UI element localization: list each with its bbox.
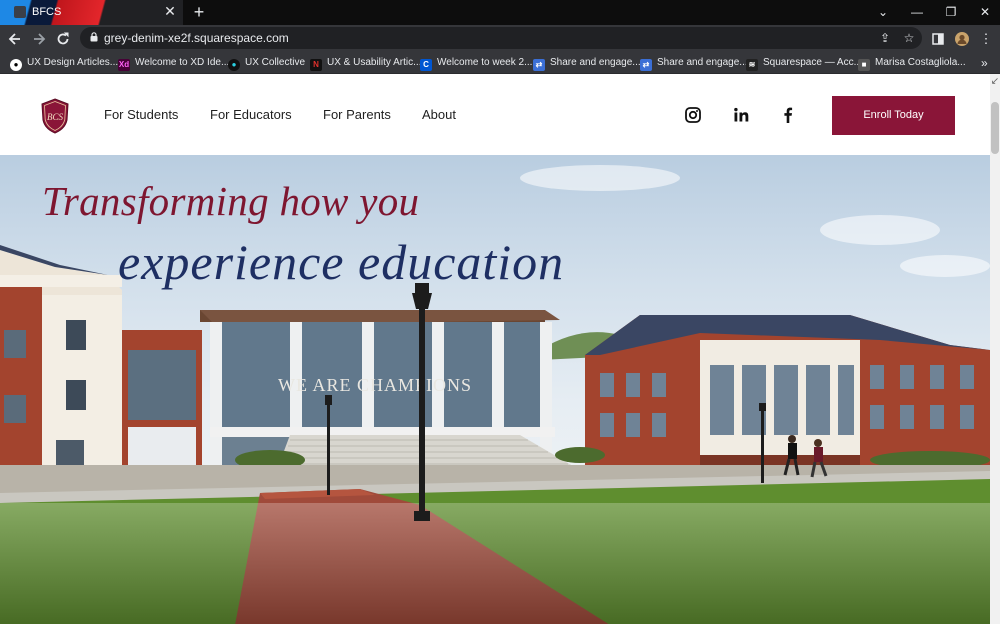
share-icon: ⇄ xyxy=(640,59,652,71)
tab-search-button[interactable]: ⌄ xyxy=(866,0,900,25)
scroll-up-icon[interactable]: ↙ xyxy=(990,76,1000,88)
linkedin-icon[interactable] xyxy=(732,106,750,124)
bookmark-item[interactable]: N UX & Usability Artic... xyxy=(310,55,421,71)
bookmarks-bar: ● UX Design Articles... Xd Welcome to XD I… xyxy=(0,52,1000,74)
campus-lawn xyxy=(0,465,990,624)
nav-for-students[interactable]: For Students xyxy=(104,107,178,122)
bookmark-item[interactable]: Xd Welcome to XD Ide... xyxy=(118,55,229,71)
bookmarks-more-button[interactable]: » xyxy=(981,55,988,71)
web-page: BCS For Students For Educators For Paren… xyxy=(0,74,1000,624)
site-favicon-icon xyxy=(14,6,26,18)
nn-icon: N xyxy=(310,59,322,71)
forward-arrow-icon xyxy=(34,33,46,45)
browser-toolbar: grey-denim-xe2f.squarespace.com ⇪ ☆ ⋮ xyxy=(0,25,1000,52)
reload-icon xyxy=(57,32,69,45)
enroll-today-button[interactable]: Enroll Today xyxy=(832,96,955,135)
students-walking xyxy=(783,435,828,478)
bookmark-item[interactable]: ● UX Design Articles... xyxy=(10,55,118,71)
coursera-icon: C xyxy=(420,59,432,71)
xd-icon: Xd xyxy=(118,59,130,71)
medium-icon: ● xyxy=(10,59,22,71)
tab-title: BFCS xyxy=(32,6,62,18)
bookmark-item[interactable]: ● UX Collective xyxy=(228,55,305,71)
browser-tab[interactable]: BFCS ✕ xyxy=(0,0,183,25)
bookmark-item[interactable]: ⇄ Share and engage... xyxy=(533,55,641,71)
lock-icon xyxy=(90,32,98,42)
minimize-button[interactable]: — xyxy=(900,0,934,25)
lamp-post xyxy=(759,403,766,483)
share-icon[interactable]: ⇪ xyxy=(876,29,894,47)
hero-headline-line2: experience education xyxy=(118,234,565,290)
nav-for-parents[interactable]: For Parents xyxy=(323,107,391,122)
bookmark-item[interactable]: ≋ Squarespace — Acc... xyxy=(746,55,862,71)
ux-collective-icon: ● xyxy=(228,59,240,71)
restore-button[interactable]: ❐ xyxy=(934,0,968,25)
lamp-post xyxy=(325,395,332,495)
bookmark-star-icon[interactable]: ☆ xyxy=(900,29,918,47)
tab-close-icon[interactable]: ✕ xyxy=(163,4,177,18)
svg-text:WE ARE CHAMPIONS: WE ARE CHAMPIONS xyxy=(278,375,472,395)
reload-button[interactable] xyxy=(52,28,74,50)
site-header: BCS For Students For Educators For Paren… xyxy=(0,74,990,155)
back-arrow-icon xyxy=(8,33,20,45)
url-text: grey-denim-xe2f.squarespace.com xyxy=(104,31,289,45)
new-tab-button[interactable]: + xyxy=(190,2,208,22)
scrollbar-thumb[interactable] xyxy=(991,102,999,154)
close-window-button[interactable]: ✕ xyxy=(968,0,1000,25)
nav-for-educators[interactable]: For Educators xyxy=(210,107,292,122)
lamp-post xyxy=(412,283,432,521)
bookmark-item[interactable]: ⇄ Share and engage... xyxy=(640,55,748,71)
cube-icon: ■ xyxy=(858,59,870,71)
share-icon: ⇄ xyxy=(533,59,545,71)
back-button[interactable] xyxy=(4,28,26,50)
hero-headline-line1: Transforming how you xyxy=(42,178,420,224)
nav-about[interactable]: About xyxy=(422,107,456,122)
bookmark-item[interactable]: C Welcome to week 2... xyxy=(420,55,532,71)
address-bar[interactable]: grey-denim-xe2f.squarespace.com ⇪ ☆ xyxy=(80,27,922,49)
school-logo[interactable]: BCS xyxy=(40,98,70,134)
browser-tab-strip: BFCS ✕ + ⌄ — ❐ ✕ xyxy=(0,0,1000,25)
forward-button[interactable] xyxy=(28,28,50,50)
side-panel-icon[interactable] xyxy=(928,28,948,50)
bookmark-item[interactable]: ■ Marisa Costagliola... xyxy=(858,55,966,71)
svg-text:BCS: BCS xyxy=(47,112,64,122)
squarespace-icon: ≋ xyxy=(746,59,758,71)
menu-kebab-icon[interactable]: ⋮ xyxy=(976,28,996,50)
instagram-icon[interactable] xyxy=(684,106,702,124)
profile-avatar[interactable] xyxy=(952,28,972,50)
hero-banner: WE ARE CHAMPIONS Transforming how you ex… xyxy=(0,155,990,624)
page-scrollbar[interactable]: ↙ xyxy=(990,74,1000,624)
facebook-icon[interactable] xyxy=(779,106,797,124)
